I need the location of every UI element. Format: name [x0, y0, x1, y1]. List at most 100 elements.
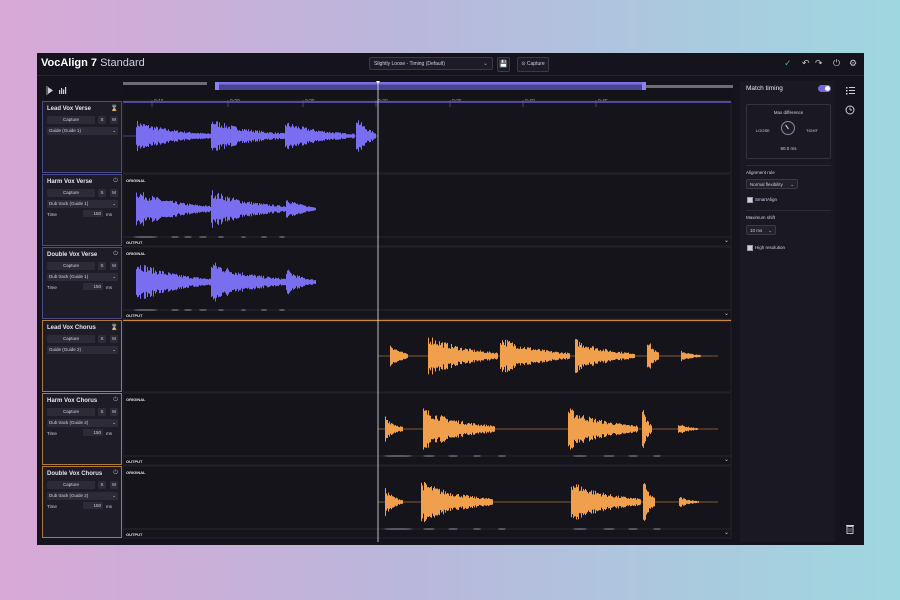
waveform-view-icon[interactable]: [59, 87, 67, 94]
waveform-bar: [142, 271, 143, 293]
time-input[interactable]: 150: [83, 502, 103, 509]
expand-chevron-icon[interactable]: ⌄: [724, 310, 729, 317]
waveform-bar: [302, 276, 303, 288]
guide-dropdown[interactable]: Dub track (Guide 2) ⌄: [47, 492, 118, 500]
capture-track-button[interactable]: Capture: [47, 262, 95, 270]
capture-track-button[interactable]: Capture: [47, 335, 95, 343]
match-timing-toggle[interactable]: [818, 85, 831, 92]
waveform-bar: [175, 274, 176, 290]
time-label: Time: [47, 504, 57, 509]
mute-button[interactable]: M: [110, 335, 118, 343]
preset-dropdown[interactable]: Slightly Loose - Timing (Default) ⌄: [369, 57, 493, 70]
waveform-bar: [174, 273, 175, 291]
settings-gear-icon[interactable]: ⚙: [849, 58, 857, 68]
output-mark: [261, 236, 267, 238]
guide-dropdown[interactable]: Guide (Guide 1) ⌄: [47, 127, 118, 135]
smartalign-label: SmartAlign: [755, 197, 778, 202]
solo-button[interactable]: S: [98, 262, 106, 270]
loose-label: LOOSE: [756, 128, 770, 133]
mute-button[interactable]: M: [110, 189, 118, 197]
hourglass-icon[interactable]: ⌛: [111, 105, 118, 112]
track-header-harm-vox-chorus[interactable]: Harm Vox Chorus ⏻ Capture S M Dub track …: [42, 393, 122, 465]
waveform-bar: [176, 273, 177, 291]
alignment-rule-value: Normal flexibility: [750, 182, 783, 187]
mute-button[interactable]: M: [110, 116, 118, 124]
time-input[interactable]: 150: [83, 429, 103, 436]
track-header-lead-vox-verse[interactable]: Lead Vox Verse ⌛ Capture S M Guide (Guid…: [42, 101, 122, 173]
power-icon[interactable]: ⏻: [833, 58, 840, 68]
waveform-bar: [199, 205, 200, 213]
redo-icon[interactable]: ↷: [815, 58, 823, 68]
high-resolution-checkbox[interactable]: [747, 245, 753, 251]
waveform-bar: [144, 199, 145, 219]
max-difference-value[interactable]: 50.0 ms: [747, 146, 830, 151]
trash-icon[interactable]: [846, 525, 854, 534]
list-view-icon[interactable]: [846, 87, 855, 95]
track-header-double-vox-chorus[interactable]: Double Vox Chorus ⏻ Capture S M Dub trac…: [42, 466, 122, 538]
guide-dropdown[interactable]: Guide (Guide 2) ⌄: [47, 346, 118, 354]
capture-track-button[interactable]: Capture: [47, 116, 95, 124]
power-icon[interactable]: ⏻: [113, 178, 118, 185]
chevron-down-icon: ⌄: [482, 61, 488, 67]
waveform-bar: [176, 201, 177, 217]
capture-track-button[interactable]: Capture: [47, 481, 95, 489]
hourglass-icon[interactable]: ⌛: [111, 324, 118, 331]
waveform-bar: [240, 203, 241, 215]
power-icon[interactable]: ⏻: [113, 397, 118, 404]
mute-button[interactable]: M: [110, 262, 118, 270]
clock-history-icon[interactable]: [845, 105, 855, 115]
output-mark: [573, 528, 587, 530]
waveform-bar: [282, 206, 283, 212]
save-preset-button[interactable]: 💾: [497, 57, 510, 72]
capture-track-button[interactable]: Capture: [47, 189, 95, 197]
waveform-bar: [282, 278, 283, 286]
output-mark: [383, 455, 413, 457]
waveform-bar: [194, 205, 195, 213]
waveform-bar: [218, 266, 219, 298]
guide-dropdown[interactable]: Dub track (Guide 1) ⌄: [47, 273, 118, 281]
track-header-harm-vox-verse[interactable]: Harm Vox Verse ⏻ Capture S M Dub track (…: [42, 174, 122, 246]
time-input[interactable]: 150: [83, 283, 103, 290]
mute-button[interactable]: M: [110, 408, 118, 416]
max-difference-knob[interactable]: [781, 121, 795, 135]
waveform-bar: [283, 278, 284, 286]
output-mark: [279, 309, 285, 311]
track-header-lead-vox-chorus[interactable]: Lead Vox Chorus ⌛ Capture S M Guide (Gui…: [42, 320, 122, 392]
capture-button[interactable]: ⊙ Capture: [517, 57, 549, 72]
waveform-bar: [217, 268, 218, 296]
waveform-bar: [291, 203, 292, 215]
capture-track-button[interactable]: Capture: [47, 408, 95, 416]
waveform-bar: [276, 206, 277, 212]
waveform-bar: [174, 202, 175, 216]
undo-icon[interactable]: ↶: [802, 58, 810, 68]
waveform-bar: [263, 203, 264, 215]
solo-button[interactable]: S: [98, 189, 106, 197]
waveform-bar: [209, 205, 210, 213]
power-icon[interactable]: ⏻: [113, 470, 118, 477]
check-circle-icon[interactable]: ✓: [784, 58, 792, 68]
waveform-bar: [140, 193, 141, 225]
mute-button[interactable]: M: [110, 481, 118, 489]
waveform-bar: [314, 280, 315, 284]
expand-chevron-icon[interactable]: ⌄: [724, 237, 729, 244]
power-icon[interactable]: ⏻: [113, 251, 118, 258]
waveform-lanes[interactable]: [123, 81, 733, 542]
expand-chevron-icon[interactable]: ⌄: [724, 456, 729, 463]
guide-dropdown[interactable]: Dub track (Guide 1) ⌄: [47, 200, 118, 208]
expand-chevron-icon[interactable]: ⌄: [724, 529, 729, 536]
timeline-area[interactable]: 0:15 0:20 0:25 0:30 0:35 0:40 0:45 ORIGI…: [123, 81, 733, 542]
maximum-shift-dropdown[interactable]: 10 ms ⌄: [746, 225, 776, 235]
solo-button[interactable]: S: [98, 116, 106, 124]
play-cursor-icon[interactable]: [46, 86, 53, 95]
solo-button[interactable]: S: [98, 408, 106, 416]
time-input[interactable]: 150: [83, 210, 103, 217]
alignment-rule-dropdown[interactable]: Normal flexibility ⌄: [746, 179, 798, 189]
track-header-double-vox-verse[interactable]: Double Vox Verse ⏻ Capture S M Dub track…: [42, 247, 122, 319]
smartalign-checkbox[interactable]: [747, 197, 753, 203]
guide-dropdown[interactable]: Dub track (Guide 2) ⌄: [47, 419, 118, 427]
solo-button[interactable]: S: [98, 481, 106, 489]
solo-button[interactable]: S: [98, 335, 106, 343]
waveform-bar: [181, 203, 182, 215]
guide-label: Dub track (Guide 2): [49, 420, 89, 425]
waveform-bar: [220, 198, 221, 220]
